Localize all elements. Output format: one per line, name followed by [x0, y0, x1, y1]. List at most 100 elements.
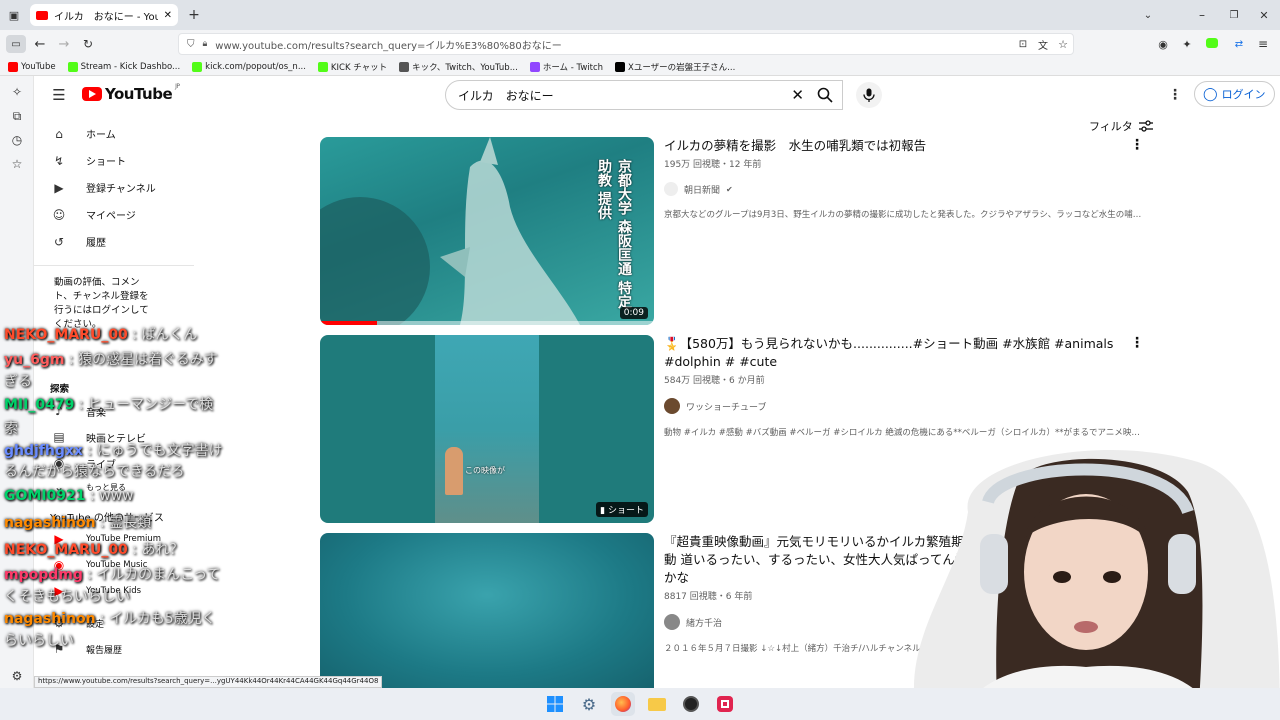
customize-icon[interactable]: ⚙ — [0, 664, 34, 688]
forward-icon[interactable]: → — [56, 35, 72, 53]
youtube-logo[interactable]: YouTube JP — [82, 83, 180, 103]
windows-start-icon[interactable] — [543, 692, 567, 716]
guide-item-home[interactable]: ⌂ ホーム — [34, 120, 194, 147]
video-thumbnail[interactable] — [320, 533, 654, 688]
verified-icon: ✔ — [726, 184, 733, 194]
video-thumbnail[interactable]: 京都大学 森阪匡通 特定助教 提供 0:09 — [320, 137, 654, 325]
clear-search-icon[interactable]: ✕ — [791, 86, 804, 104]
obs-icon[interactable] — [679, 692, 703, 716]
avatar — [664, 182, 678, 196]
ai-chat-icon[interactable]: ✧ — [0, 80, 34, 104]
chat-message: yu_6gm : 猿の惑星は着ぐるみすぎる — [4, 352, 218, 390]
close-window-icon[interactable]: ✕ — [1256, 6, 1272, 24]
tab-title: イルカ おなにー - YouTube — [54, 11, 158, 23]
menu-icon[interactable]: ≡ — [1256, 37, 1270, 51]
guide-item-subscriptions[interactable]: ▶ 登録チャンネル — [34, 174, 194, 201]
chat-message: nagashinon : イルカも5歳児くらいらしい — [4, 611, 216, 649]
restore-icon[interactable]: ❐ — [1226, 6, 1242, 24]
close-tab-icon[interactable]: ✕ — [164, 10, 172, 21]
translate-icon[interactable]: 文 — [1036, 37, 1050, 52]
subscriptions-icon: ▶ — [54, 180, 64, 195]
youtube-play-icon — [82, 87, 102, 101]
bookmark-item[interactable]: キック、Twitch、YouTub... — [399, 61, 518, 73]
reader-view-icon[interactable]: ⊡ — [1016, 37, 1030, 51]
history-icon: ↺ — [53, 234, 65, 249]
firefox-icon[interactable] — [611, 692, 635, 716]
guide-item-shorts[interactable]: ↯ ショート — [34, 147, 194, 174]
extension-translate-icon[interactable]: ⇄ — [1232, 37, 1246, 51]
watch-progress-bar — [320, 321, 654, 325]
new-tab-icon[interactable]: + — [186, 6, 202, 24]
video-thumbnail[interactable]: この映像が ▮ ショート — [320, 335, 654, 523]
bookmark-star-icon[interactable]: ☆ — [1056, 37, 1070, 51]
hamburger-menu-icon[interactable]: ☰ — [50, 86, 68, 104]
shorts-icon: ↯ — [53, 153, 65, 168]
bookmark-item[interactable]: YouTube — [8, 61, 56, 72]
streamer-camera-art — [913, 450, 1280, 720]
webcam-overlay — [898, 442, 1280, 720]
bookmark-item[interactable]: Xユーザーの岩盤王子さん... — [615, 61, 735, 73]
extensions-icon[interactable]: ✦ — [1180, 37, 1194, 51]
guide-item-you[interactable]: ☺ マイページ — [34, 201, 194, 228]
microphone-icon[interactable] — [856, 82, 882, 108]
avatar — [664, 614, 680, 630]
navigation-bar: ▭ ← → ↻ ⛉ 🔒︎ www.youtube.com/results?sea… — [0, 30, 1280, 58]
video-title[interactable]: 🎖️【580万】もう見られないかも...............#ショート動画 … — [664, 335, 1144, 371]
video-meta: 195万 回視聴・12 年前 — [664, 160, 762, 170]
streaming-app-icon[interactable] — [713, 692, 737, 716]
bookmark-item[interactable]: KICK チャット — [317, 61, 387, 73]
stream-chat-overlay: NEKO_MARU_00 : ばんくん yu_6gm : 猿の惑星は着ぐるみすぎ… — [4, 322, 226, 652]
bookmarks-icon[interactable]: ☆ — [0, 152, 34, 176]
filter-button[interactable]: フィルタ — [1089, 118, 1153, 134]
file-explorer-icon[interactable] — [645, 692, 669, 716]
video-more-icon[interactable]: ⋮ — [1130, 137, 1144, 153]
signin-button[interactable]: ◯ ログイン — [1194, 81, 1275, 107]
video-duration: 0:09 — [619, 307, 648, 319]
thumbnail-overlay-text: 京都大学 森阪匡通 特定助教 提供 — [596, 159, 632, 309]
bookmark-item[interactable]: kick.com/popout/os_n... — [192, 61, 306, 72]
url-text: www.youtube.com/results?search_query=イルカ… — [215, 40, 562, 52]
video-description: 動物 #イルカ #感動 #バズ動画 #ベルーガ #シロイルカ 絶滅の危機にある*… — [664, 428, 1144, 438]
youtube-favicon-icon — [36, 10, 48, 20]
shorts-badge: ▮ ショート — [596, 502, 648, 517]
lock-icon: 🔒︎ — [202, 39, 208, 49]
bookmark-item[interactable]: ホーム - Twitch — [529, 61, 603, 73]
home-icon: ⌂ — [55, 126, 63, 141]
reload-icon[interactable]: ↻ — [80, 35, 96, 53]
video-description: 京都大などのグループは9月3日、野生イルカの夢精の撮影に成功したと発表した。クジ… — [664, 210, 1144, 220]
address-bar[interactable]: ⛉ 🔒︎ www.youtube.com/results?search_quer… — [178, 33, 1074, 55]
tab-list-icon[interactable]: ▣ — [6, 7, 22, 23]
chevron-down-icon[interactable]: ⌄ — [1140, 6, 1156, 24]
video-more-icon[interactable]: ⋮ — [1130, 335, 1144, 351]
filter-sliders-icon — [1138, 120, 1153, 132]
video-info: 🎖️【580万】もう見られないかも...............#ショート動画 … — [664, 335, 1144, 438]
back-icon[interactable]: ← — [32, 35, 48, 53]
chat-message: MII_0479 : ヒューマンジーで検索 — [4, 397, 214, 437]
child-figure — [445, 447, 463, 495]
guide-item-history[interactable]: ↺ 履歴 — [34, 228, 194, 255]
history-icon[interactable]: ◷ — [0, 128, 34, 152]
chat-message: NEKO_MARU_00 : ばんくん — [4, 327, 198, 343]
search-icon — [817, 87, 833, 103]
channel-link[interactable]: 朝日新聞 ✔ — [664, 182, 1144, 196]
synced-tabs-icon[interactable]: ⧉ — [0, 104, 34, 128]
chat-message: GOMI0921 : www — [4, 488, 134, 504]
video-info: イルカの夢精を撮影 水生の哺乳類では初報告 195万 回視聴・12 年前 朝日新… — [664, 137, 1144, 220]
account-icon[interactable]: ◉ — [1156, 37, 1170, 51]
search-button[interactable] — [806, 80, 844, 110]
sidebar-toggle-icon[interactable]: ▭ — [6, 35, 26, 53]
extension-green-icon[interactable] — [1206, 38, 1218, 48]
chat-message: ghdjfhgxx : にゅうでも文字書けるんだから猿ならできるだろ — [4, 443, 223, 480]
channel-link[interactable]: ワッショーチューブ — [664, 398, 1144, 414]
account-circle-icon: ◯ — [1203, 86, 1218, 102]
more-options-icon[interactable]: ⋮ — [1168, 86, 1182, 104]
bookmark-item[interactable]: Stream - Kick Dashbo... — [67, 61, 180, 72]
shorts-frame: この映像が — [435, 335, 539, 523]
settings-app-icon[interactable]: ⚙ — [577, 692, 601, 716]
minimize-icon[interactable]: – — [1194, 6, 1210, 24]
video-result[interactable]: 京都大学 森阪匡通 特定助教 提供 0:09 イルカの夢精を撮影 水生の哺乳類で… — [320, 137, 1150, 325]
active-tab[interactable]: イルカ おなにー - YouTube ✕ — [30, 4, 178, 26]
search-input[interactable]: イルカ おなにー ✕ — [445, 80, 843, 110]
chat-message: mpopdmg : イルカのまんこってくそきもちいらしい — [4, 567, 221, 605]
video-title[interactable]: イルカの夢精を撮影 水生の哺乳類では初報告 — [664, 137, 1144, 155]
